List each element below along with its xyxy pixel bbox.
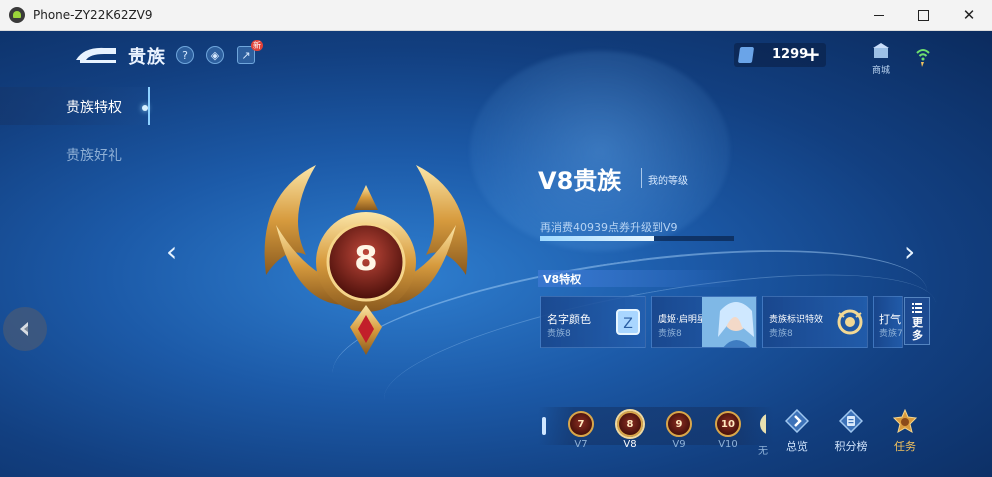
level-badge-icon: 9 [666,411,692,437]
close-button[interactable]: ✕ [946,0,992,30]
shop-label: 商城 [871,66,890,76]
level-badge-icon: 7 [568,411,594,437]
my-level-label: 我的等级 [648,176,688,187]
prev-level-arrow[interactable]: ‹ [166,237,182,267]
minimize-button[interactable] [856,0,902,30]
coupon-balance: 1299 + [734,42,826,67]
nav-leaderboard-button[interactable]: 积分榜 [831,408,871,454]
privilege-level: 贵族8 [769,329,793,339]
new-badge: 新 [251,40,263,51]
overview-icon [784,408,810,434]
level-label-partial: 无 [758,446,768,457]
level-item-v7[interactable]: 7 V7 [566,411,596,450]
name-color-icon: Z [616,309,640,335]
skin-portrait-icon [702,297,756,347]
level-item-partial[interactable] [758,413,766,437]
recharge-button[interactable]: + [804,42,821,66]
coupon-icon [737,47,755,63]
level-label: V8 [623,439,637,450]
list-icon [912,303,922,313]
next-level-arrow[interactable]: › [904,237,920,267]
nav-label: 积分榜 [834,440,868,453]
back-arrow-icon[interactable] [74,44,118,66]
floating-assist-button[interactable] [3,307,47,351]
privilege-name: 打气 [879,313,901,326]
tasks-icon [892,408,918,434]
settings-icon[interactable]: ◈ [206,46,224,64]
level-item-v8[interactable]: 8 V8 [615,411,645,450]
badge-effect-icon [837,309,863,335]
coupon-amount: 1299 [772,47,809,62]
emblem-level-number: 8 [354,239,378,279]
game-screen: 贵族 ? ◈ ↗ 新 贵族特权 贵族好礼 ‹ › 8 1299 + 商城 V8贵… [0,31,992,477]
level-title: V8贵族 [538,167,622,195]
privilege-level: 贵族8 [547,329,571,339]
more-label: 更多 [912,316,923,342]
privilege-level: 贵族8 [658,329,682,339]
upgrade-progress-bar [540,236,734,241]
window-title: Phone-ZY22K62ZV9 [33,8,153,22]
upgrade-progress-text: 再消费40939点券升级到V9 [540,221,678,234]
sidebar-item-label: 贵族特权 [66,100,122,116]
page-title: 贵族 [128,47,166,68]
nav-tasks-button[interactable]: 任务 [885,408,925,454]
level-label: V7 [574,439,588,450]
level-badge-icon: 10 [715,411,741,437]
maximize-button[interactable] [900,0,946,30]
assist-icon [20,322,28,336]
nav-overview-button[interactable]: 总览 [777,408,817,454]
privilege-name: 名字颜色 [547,313,591,326]
leaderboard-icon [838,408,864,434]
nav-label: 总览 [786,440,808,453]
level-label: V10 [718,439,738,450]
window-titlebar: Phone-ZY22K62ZV9 ✕ [0,0,992,31]
help-icon[interactable]: ? [176,46,194,64]
android-app-icon [9,7,25,23]
level-item-v9[interactable]: 9 V9 [664,411,694,450]
level-label: V9 [672,439,686,450]
privilege-card-cheer[interactable]: 打气 贵族7 [873,296,903,348]
shop-icon [873,43,889,58]
level-divider [641,168,642,188]
wifi-signal-icon [916,49,930,67]
privilege-card-badge-effect[interactable]: 贵族标识特效 贵族8 [762,296,868,348]
level-item-v10[interactable]: 10 V10 [713,411,743,450]
svg-text:Z: Z [623,316,633,332]
sidebar-item-label: 贵族好礼 [66,148,122,164]
privileges-header: V8特权 [538,270,738,287]
privilege-level: 贵族7 [879,329,903,339]
nav-label: 任务 [894,440,916,453]
privileges-header-label: V8特权 [543,273,582,286]
emulator-window: Phone-ZY22K62ZV9 ✕ 贵族 ? ◈ ↗ 新 贵族特权 贵族好礼 [0,0,992,477]
more-privileges-button[interactable]: 更多 [904,297,930,345]
level-badge-icon: 8 [617,411,643,437]
upgrade-progress-fill [540,236,655,241]
active-indicator-dot [142,105,148,111]
privilege-name: 贵族标识特效 [769,315,824,325]
shop-button[interactable]: 商城 [868,43,894,76]
privilege-card-skin[interactable]: 虞姬·启明星使 贵族8 [651,296,757,348]
level-badge-icon [760,413,766,435]
strip-scroll-edge [542,417,546,435]
sidebar-item-privileges[interactable]: 贵族特权 [0,87,150,125]
sidebar-item-gifts[interactable]: 贵族好礼 [0,135,148,173]
privilege-card-name-color[interactable]: 名字颜色 贵族8 Z [540,296,646,348]
